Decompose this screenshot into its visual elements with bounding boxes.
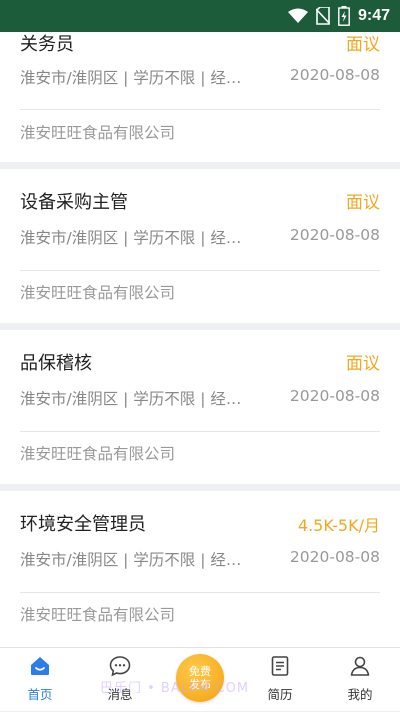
tab-label: 简历 [267, 687, 293, 702]
status-bar: 9:47 [0, 0, 400, 32]
job-date: 2020-08-08 [289, 226, 380, 244]
job-date: 2020-08-08 [289, 548, 380, 566]
user-icon [348, 654, 372, 682]
battery-charging-icon [338, 6, 350, 26]
job-company: 淮安旺旺食品有限公司 [20, 606, 176, 624]
job-meta: 淮安市/淮阴区 | 学历不限 | 经… [20, 551, 242, 569]
card-divider [20, 270, 380, 271]
tab-mine[interactable]: 我的 [320, 648, 400, 712]
job-company: 淮安旺旺食品有限公司 [20, 445, 176, 463]
card-divider [20, 109, 380, 110]
card-divider [20, 592, 380, 593]
job-title: 设备采购主管 [20, 192, 128, 213]
job-card[interactable]: 品保稽核 面议 淮安市/淮阴区 | 学历不限 | 经… 2020-08-08 淮… [0, 330, 400, 484]
card-divider [20, 431, 380, 432]
job-date: 2020-08-08 [289, 66, 380, 84]
wifi-icon [287, 8, 308, 24]
job-meta: 淮安市/淮阴区 | 学历不限 | 经… [20, 390, 242, 408]
job-meta: 淮安市/淮阴区 | 学历不限 | 经… [20, 69, 242, 87]
bottom-tab-bar: 首页 消息 免费 发布 简历 我的 巴乐门 • BALEM.COM [0, 647, 400, 711]
job-list[interactable]: 关务员 面议 淮安市/淮阴区 | 学历不限 | 经… 2020-08-08 淮安… [0, 32, 400, 647]
tab-label: 我的 [347, 687, 373, 702]
home-icon [28, 654, 52, 682]
job-meta: 淮安市/淮阴区 | 学历不限 | 经… [20, 229, 242, 247]
status-time: 9:47 [357, 7, 390, 24]
job-date: 2020-08-08 [289, 387, 380, 405]
job-salary: 面议 [346, 193, 380, 213]
job-salary: 面议 [346, 354, 380, 374]
tab-resume[interactable]: 简历 [240, 648, 320, 712]
job-title: 环境安全管理员 [20, 514, 146, 535]
tab-label: 首页 [27, 687, 53, 702]
tab-home[interactable]: 首页 [0, 648, 80, 712]
job-salary: 4.5K-5K/月 [297, 516, 380, 535]
job-salary: 面议 [346, 35, 380, 55]
job-company: 淮安旺旺食品有限公司 [20, 124, 176, 142]
job-card[interactable]: 设备采购主管 面议 淮安市/淮阴区 | 学历不限 | 经… 2020-08-08… [0, 169, 400, 323]
document-icon [268, 654, 292, 682]
job-card[interactable]: 关务员 面议 淮安市/淮阴区 | 学历不限 | 经… 2020-08-08 淮安… [0, 32, 400, 162]
watermark: 巴乐门 • BALEM.COM [100, 681, 250, 696]
job-card[interactable]: 环境安全管理员 4.5K-5K/月 淮安市/淮阴区 | 学历不限 | 经… 20… [0, 491, 400, 647]
no-sim-icon [315, 7, 330, 25]
job-company: 淮安旺旺食品有限公司 [20, 284, 176, 302]
job-title: 关务员 [20, 34, 74, 55]
job-title: 品保稽核 [20, 353, 92, 374]
